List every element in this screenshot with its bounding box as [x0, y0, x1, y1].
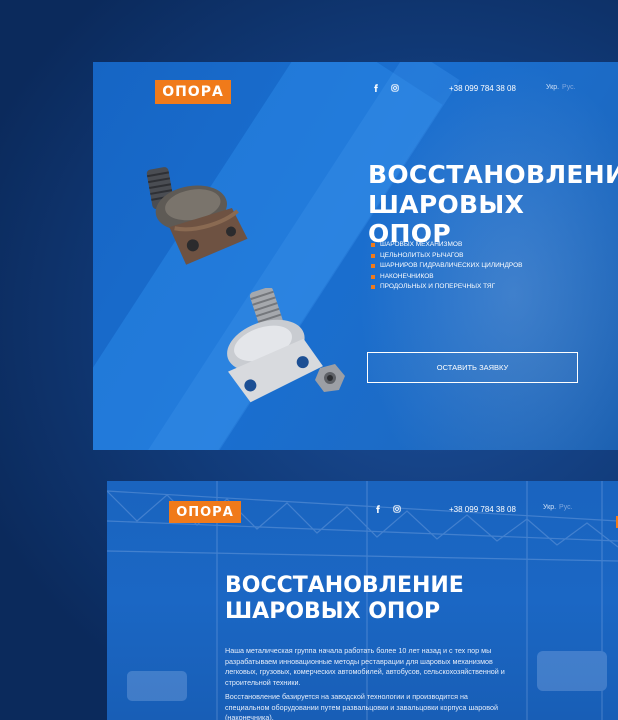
list-item: ШАРНИРОВ ГИДРАВЛИЧЕСКИХ ЦИЛИНДРОВ [371, 261, 522, 272]
list-item: ЦЕЛЬНОЛИТЫХ РЫЧАГОВ [371, 251, 522, 262]
facebook-icon[interactable] [371, 83, 381, 93]
logo[interactable]: ОПОРА [169, 501, 241, 523]
instagram-icon[interactable] [392, 504, 402, 514]
list-item: ПРОДОЛЬНЫХ И ПОПЕРЕЧНЫХ ТЯГ [371, 282, 522, 293]
lang-ukr[interactable]: Укр. [543, 504, 556, 511]
new-ball-joint-image [227, 288, 345, 403]
logo[interactable]: ОПОРА [155, 80, 231, 104]
list-item-label: ПРОДОЛЬНЫХ И ПОПЕРЕЧНЫХ ТЯГ [380, 283, 496, 290]
title-line: ВОССТАНОВЛЕНИЕ [368, 160, 618, 189]
page-title: ВОССТАНОВЛЕНИЕ ШАРОВЫХ ОПОР [225, 573, 485, 625]
intro-paragraph: Наша металическая группа начала работать… [225, 646, 505, 687]
lang-rus[interactable]: Рус. [562, 84, 576, 91]
hero-screen-2: ОПОРА +38 099 784 38 08 Укр. Рус. ВОССТАН… [107, 481, 618, 720]
list-item-label: ШАРНИРОВ ГИДРАВЛИЧЕСКИХ ЦИЛИНДРОВ [380, 262, 523, 269]
instagram-icon[interactable] [390, 83, 400, 93]
submit-request-button[interactable]: ОСТАВИТЬ ЗАЯВКУ [367, 352, 578, 383]
services-list: ШАРОВЫХ МЕХАНИЗМОВ ЦЕЛЬНОЛИТЫХ РЫЧАГОВ Ш… [371, 240, 522, 293]
lang-rus[interactable]: Рус. [559, 504, 573, 511]
bullet-icon [371, 274, 375, 279]
hero-screen-1: ОПОРА +38 099 784 38 08 Укр. Рус. ВОССТА… [93, 62, 618, 450]
page-title: ВОССТАНОВЛЕНИЕ ШАРОВЫХ ОПОР [368, 160, 618, 249]
list-item-label: ШАРОВЫХ МЕХАНИЗМОВ [380, 241, 463, 248]
lang-ukr[interactable]: Укр. [546, 84, 559, 91]
list-item: ШАРОВЫХ МЕХАНИЗМОВ [371, 240, 522, 251]
phone-number[interactable]: +38 099 784 38 08 [449, 505, 516, 514]
technology-paragraph: Восстановление базируется на заводской т… [225, 692, 498, 720]
rusty-ball-joint-image [146, 167, 248, 265]
bullet-icon [371, 285, 375, 290]
language-switcher: Укр. Рус. [546, 84, 579, 91]
language-switcher: Укр. Рус. [543, 504, 576, 511]
title-line: ВОССТАНОВЛЕНИЕ [225, 573, 464, 598]
bullet-icon [371, 243, 375, 248]
list-item-label: НАКОНЕЧНИКОВ [380, 272, 434, 280]
bullet-icon [371, 253, 375, 258]
phone-number[interactable]: +38 099 784 38 08 [449, 84, 516, 93]
list-item: НАКОНЕЧНИКОВ [371, 272, 522, 283]
list-item-label: ЦЕЛЬНОЛИТЫХ РЫЧАГОВ [380, 251, 464, 259]
bullet-icon [371, 264, 375, 269]
facebook-icon[interactable] [373, 504, 383, 514]
title-line: ШАРОВЫХ ОПОР [225, 598, 441, 624]
